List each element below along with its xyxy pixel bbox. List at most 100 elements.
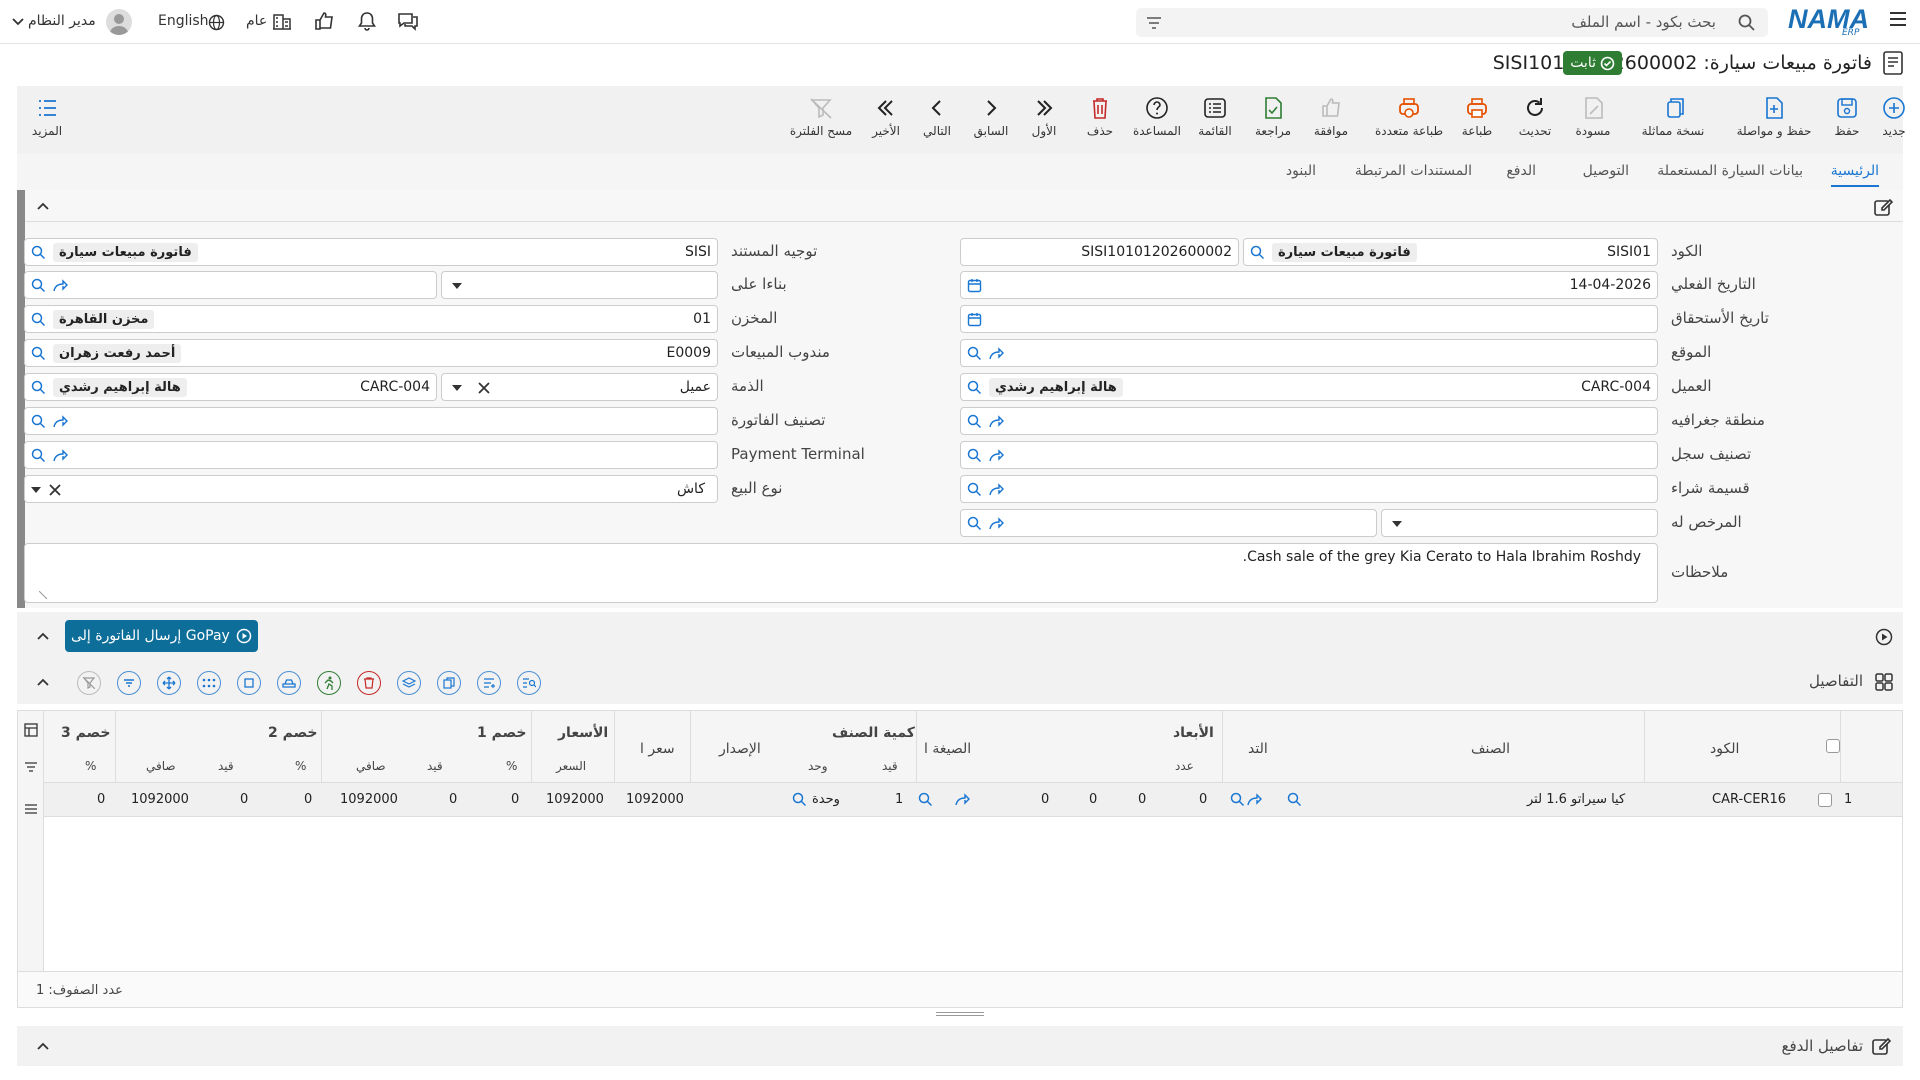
bell-icon[interactable]: [357, 11, 377, 35]
col-header-d2-net[interactable]: صافي: [146, 759, 176, 773]
share-icon[interactable]: [1247, 793, 1262, 806]
based-on-type-select[interactable]: [441, 271, 718, 299]
search-icon[interactable]: [967, 414, 982, 429]
tab-main[interactable]: الرئيسية: [1830, 163, 1880, 187]
search-icon[interactable]: [967, 482, 982, 497]
liability-field[interactable]: CARC-004 هالة إبراهيم رشدي: [24, 373, 437, 401]
filter-icon[interactable]: [24, 761, 38, 773]
doc-direction-field[interactable]: SISI فاتورة مبيعات سيارة: [24, 238, 718, 266]
menu-icon[interactable]: [1888, 10, 1908, 28]
col-header-dimension[interactable]: التد: [1248, 741, 1268, 757]
tab-related-docs[interactable]: المستندات المرتبطة: [1355, 163, 1472, 179]
cell-d2-val[interactable]: 0: [240, 792, 248, 807]
col-header-d3-pct[interactable]: %: [85, 759, 96, 773]
search-icon[interactable]: [967, 346, 982, 361]
search-icon[interactable]: [792, 792, 807, 807]
panel-resize-handle[interactable]: [936, 1011, 984, 1017]
search-icon[interactable]: [31, 414, 46, 429]
search-icon[interactable]: [31, 380, 46, 395]
cell-d1-net[interactable]: 1092000: [340, 792, 398, 807]
clear-filter-button[interactable]: مسح الفلترة: [781, 96, 861, 138]
col-header-d2-val[interactable]: قيد: [218, 759, 234, 773]
search-input[interactable]: بحث بكود - اسم الملف: [1136, 8, 1768, 37]
col-header-code[interactable]: الكود: [1710, 741, 1739, 757]
tab-payment[interactable]: الدفع: [1506, 163, 1536, 179]
play-circle-icon[interactable]: [1875, 628, 1893, 646]
last-button[interactable]: الأخير: [856, 96, 916, 138]
search-icon[interactable]: [31, 312, 46, 327]
search-icon[interactable]: [1738, 14, 1756, 32]
col-header-d2-pct[interactable]: %: [295, 759, 306, 773]
review-button[interactable]: مراجعة: [1243, 96, 1303, 138]
more-button[interactable]: المزيد: [17, 96, 77, 138]
cell-dim-4[interactable]: 0: [1041, 792, 1049, 807]
tab-delivery[interactable]: التوصيل: [1583, 163, 1629, 179]
share-icon[interactable]: [989, 415, 1004, 428]
expand-icon[interactable]: [237, 671, 261, 695]
search-icon[interactable]: [31, 245, 46, 260]
copy-icon[interactable]: [437, 671, 461, 695]
language-switch[interactable]: English: [156, 11, 226, 33]
clear-filter-icon[interactable]: [77, 671, 101, 695]
multi-print-button[interactable]: طباعة متعددة: [1369, 96, 1449, 138]
invoice-class-field[interactable]: [24, 407, 718, 435]
car-icon[interactable]: [277, 671, 301, 695]
list-add-icon[interactable]: [477, 671, 501, 695]
warehouse-field[interactable]: 01 مخزن القاهرة: [24, 305, 718, 333]
cell-d1-val[interactable]: 0: [449, 792, 457, 807]
search-icon[interactable]: [967, 448, 982, 463]
save-continue-button[interactable]: حفظ و مواصلة: [1724, 96, 1824, 138]
share-icon[interactable]: [53, 415, 68, 428]
site-field[interactable]: [960, 339, 1658, 367]
purchase-voucher-field[interactable]: [960, 475, 1658, 503]
cell-unit[interactable]: وحدة: [812, 792, 840, 807]
search-icon[interactable]: [31, 448, 46, 463]
cell-d2-pct[interactable]: 0: [304, 792, 312, 807]
salesman-field[interactable]: E0009 أحمد رفعت زهران: [24, 339, 718, 367]
list-search-icon[interactable]: [517, 671, 541, 695]
search-icon[interactable]: [967, 380, 982, 395]
cell-dim-2[interactable]: 0: [1138, 792, 1146, 807]
share-icon[interactable]: [53, 279, 68, 292]
close-icon[interactable]: [49, 484, 61, 496]
send-to-gopay-button[interactable]: إرسال الفاتورة إلى GoPay: [65, 620, 258, 652]
draft-button[interactable]: مسودة: [1563, 96, 1623, 138]
sale-type-select[interactable]: كاش: [24, 475, 718, 503]
calendar-icon[interactable]: [967, 278, 982, 293]
search-icon[interactable]: [31, 278, 46, 293]
thumbs-up-icon[interactable]: [314, 11, 336, 35]
cell-item[interactable]: كيا سيراتو 1.6 لتر: [1527, 792, 1625, 807]
chevron-up-icon[interactable]: [37, 202, 49, 210]
due-date-field[interactable]: [960, 305, 1658, 333]
share-icon[interactable]: [989, 449, 1004, 462]
run-icon[interactable]: [317, 671, 341, 695]
share-icon[interactable]: [989, 347, 1004, 360]
search-icon[interactable]: [1250, 245, 1265, 260]
first-button[interactable]: الأول: [1014, 96, 1074, 138]
select-all-checkbox[interactable]: [1826, 739, 1840, 753]
previous-button[interactable]: السابق: [961, 96, 1021, 138]
list-button[interactable]: القائمة: [1185, 96, 1245, 138]
chevron-up-icon[interactable]: [37, 1042, 49, 1050]
col-header-d1-net[interactable]: صافي: [356, 759, 386, 773]
share-icon[interactable]: [955, 793, 970, 806]
tab-items[interactable]: البنود: [1286, 163, 1316, 179]
search-icon[interactable]: [31, 346, 46, 361]
search-icon[interactable]: [967, 516, 982, 531]
move-icon[interactable]: [157, 671, 181, 695]
col-header-formula[interactable]: الصيغة ا: [924, 741, 971, 757]
calendar-icon[interactable]: [967, 312, 982, 327]
layers-icon[interactable]: [397, 671, 421, 695]
licensee-type-select[interactable]: [1381, 509, 1658, 537]
app-logo[interactable]: NAMA ERP: [1788, 4, 1872, 38]
cell-d3-pct[interactable]: 0: [97, 792, 105, 807]
cell-price[interactable]: 1092000: [546, 792, 604, 807]
col-header-unit[interactable]: وحد: [808, 759, 828, 773]
col-header-item[interactable]: الصنف: [1471, 741, 1510, 757]
user-menu[interactable]: مدير النظام: [10, 8, 135, 36]
chevron-up-icon[interactable]: [37, 632, 49, 640]
notes-textarea[interactable]: Cash sale of the grey Kia Cerato to Hala…: [24, 543, 1658, 603]
chevron-up-icon[interactable]: [37, 678, 49, 686]
col-header-d1-val[interactable]: قيد: [427, 759, 443, 773]
search-icon[interactable]: [918, 792, 933, 807]
